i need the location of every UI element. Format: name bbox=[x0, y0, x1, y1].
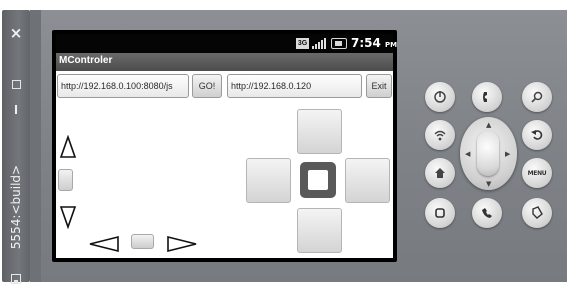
back-icon bbox=[531, 130, 543, 140]
status-time-suffix: PM bbox=[385, 41, 398, 49]
up-arrow-icon[interactable] bbox=[59, 135, 77, 159]
status-clock: 7:54 PM bbox=[351, 36, 397, 50]
power-icon bbox=[434, 91, 446, 103]
volume-up-key[interactable] bbox=[425, 82, 455, 112]
pad-up-button[interactable] bbox=[297, 109, 342, 154]
camera-icon bbox=[435, 208, 445, 218]
vertical-slider-handle[interactable] bbox=[58, 169, 73, 191]
server-url-input[interactable]: http://192.168.0.100:8080/js bbox=[57, 74, 189, 98]
menu-key-label: MENU bbox=[527, 169, 547, 177]
phone-icon bbox=[483, 92, 487, 102]
status-time: 7:54 bbox=[351, 36, 381, 50]
device-url-input[interactable]: http://192.168.0.120 bbox=[227, 74, 362, 98]
wifi-icon bbox=[434, 130, 446, 141]
window-side-toolbar: × 5554:<build> bbox=[2, 10, 30, 284]
app-title: MControler bbox=[59, 55, 113, 66]
back-key[interactable] bbox=[522, 120, 552, 150]
left-arrow-icon[interactable] bbox=[88, 235, 122, 253]
call-key[interactable] bbox=[472, 82, 502, 112]
pad-stop-button[interactable] bbox=[300, 162, 336, 198]
save-icon[interactable] bbox=[11, 274, 21, 284]
restore-window-icon[interactable] bbox=[12, 80, 21, 89]
dpad-left-icon[interactable]: ◀ bbox=[465, 150, 470, 158]
dpad-right-icon[interactable]: ▶ bbox=[505, 150, 510, 158]
dpad-center-button[interactable] bbox=[477, 131, 499, 176]
volume-down-key[interactable] bbox=[425, 158, 455, 188]
menu-key[interactable]: MENU bbox=[522, 158, 552, 188]
emulator-window: × 5554:<build> 3G 7:54 PM MControler htt… bbox=[0, 0, 567, 287]
app-content bbox=[56, 71, 393, 258]
pad-right-button[interactable] bbox=[345, 158, 390, 203]
minimize-window-icon[interactable] bbox=[15, 105, 17, 114]
emulator-body-edge bbox=[30, 10, 41, 282]
rotate-key[interactable] bbox=[522, 198, 552, 228]
window-title: 5554:<build> bbox=[9, 164, 23, 250]
exit-button[interactable]: Exit bbox=[366, 74, 392, 98]
search-icon bbox=[531, 91, 543, 103]
dpad-up-icon[interactable]: ▲ bbox=[486, 121, 491, 129]
end-call-icon bbox=[482, 208, 492, 218]
go-button[interactable]: GO! bbox=[192, 74, 222, 98]
dpad-down-icon[interactable]: ▼ bbox=[486, 180, 491, 188]
pad-down-button[interactable] bbox=[297, 208, 342, 253]
home-icon bbox=[435, 168, 445, 178]
battery-icon bbox=[331, 38, 347, 49]
signal-strength-icon bbox=[312, 38, 326, 49]
down-arrow-icon[interactable] bbox=[59, 205, 77, 229]
close-window-icon[interactable]: × bbox=[2, 24, 30, 42]
camera-key[interactable] bbox=[425, 120, 455, 150]
rotate-icon bbox=[532, 206, 543, 219]
power-key[interactable] bbox=[425, 198, 455, 228]
horizontal-slider-handle[interactable] bbox=[131, 234, 154, 249]
network-3g-icon: 3G bbox=[296, 38, 309, 49]
pad-left-button[interactable] bbox=[246, 158, 291, 203]
right-arrow-icon[interactable] bbox=[165, 235, 199, 253]
search-key[interactable] bbox=[522, 82, 552, 112]
end-call-key[interactable] bbox=[472, 198, 502, 228]
